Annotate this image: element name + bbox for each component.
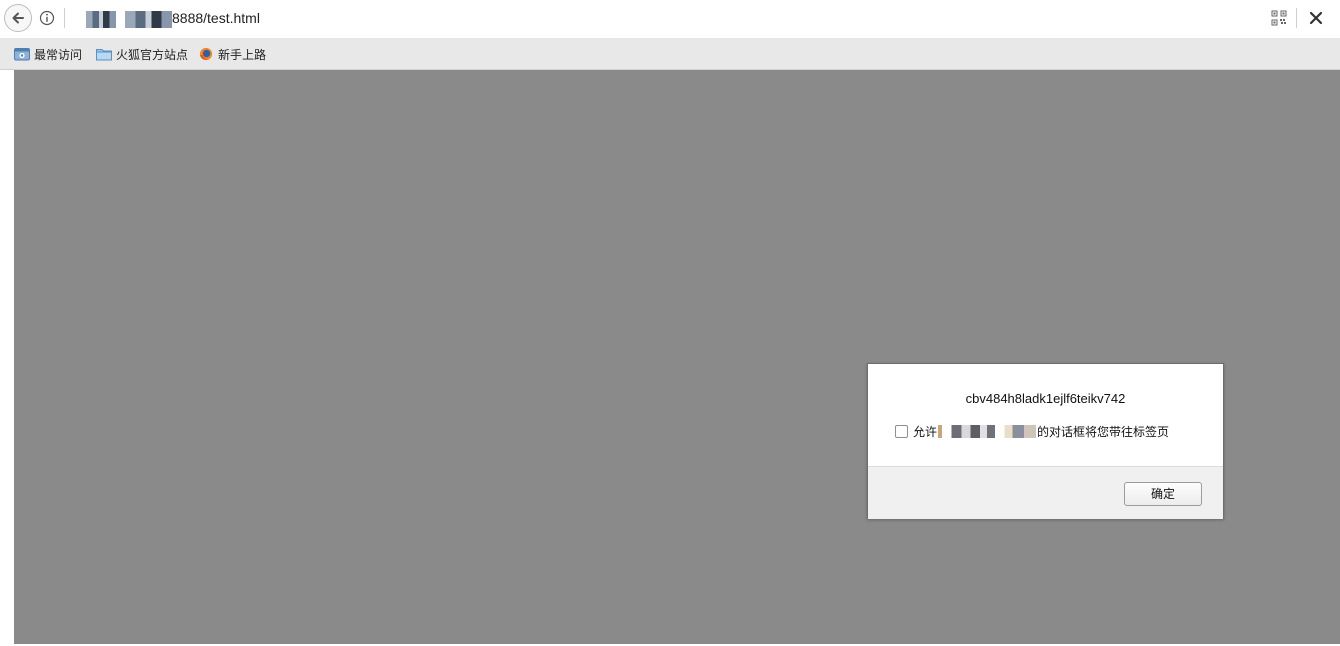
url-redacted-host-2 <box>125 11 172 28</box>
page-left-margin <box>0 70 14 646</box>
bookmark-label: 火狐官方站点 <box>116 47 189 62</box>
firefox-icon <box>199 47 213 61</box>
info-icon[interactable] <box>39 10 55 26</box>
bookmarks-bar: 最常访问 火狐官方站点 新手上路 <box>0 38 1340 70</box>
bookmark-label: 新手上路 <box>218 47 267 62</box>
redacted-site-name <box>938 424 1037 438</box>
bookmark-most-visited[interactable]: 最常访问 <box>14 45 82 63</box>
url-redacted-host-1 <box>86 11 116 28</box>
browser-toolbar: 8888/test.html <box>0 0 1340 39</box>
bookmark-official-site[interactable]: 火狐官方站点 <box>96 45 188 63</box>
alert-dialog: cbv484h8ladk1ejlf6teikv742 允许 的对话框将您带往标签… <box>867 363 1224 519</box>
checkbox-label-suffix: 的对话框将您带往标签页 <box>1037 424 1170 439</box>
checkbox-label-prefix: 允许 <box>913 424 938 439</box>
url-text[interactable]: 8888/test.html <box>172 10 260 26</box>
toolbar-separator <box>1296 8 1297 28</box>
url-separator <box>64 8 65 28</box>
bookmark-getting-started[interactable]: 新手上路 <box>198 45 266 63</box>
back-button[interactable] <box>4 4 32 32</box>
close-icon[interactable] <box>1309 11 1323 25</box>
folder-icon <box>96 49 112 61</box>
dialog-checkbox-row: 允许 的对话框将您带往标签页 <box>895 423 1169 439</box>
modal-backdrop <box>14 70 1340 644</box>
ok-button[interactable]: 确定 <box>1124 482 1202 506</box>
bookmark-label: 最常访问 <box>34 47 83 62</box>
most-visited-icon <box>14 48 30 61</box>
dialog-message: cbv484h8ladk1ejlf6teikv742 <box>965 391 1126 406</box>
back-arrow-icon <box>12 12 24 24</box>
qr-code-icon[interactable] <box>1271 10 1287 26</box>
dialog-footer: 确定 <box>868 466 1223 519</box>
allow-tab-switch-checkbox[interactable] <box>895 424 908 438</box>
